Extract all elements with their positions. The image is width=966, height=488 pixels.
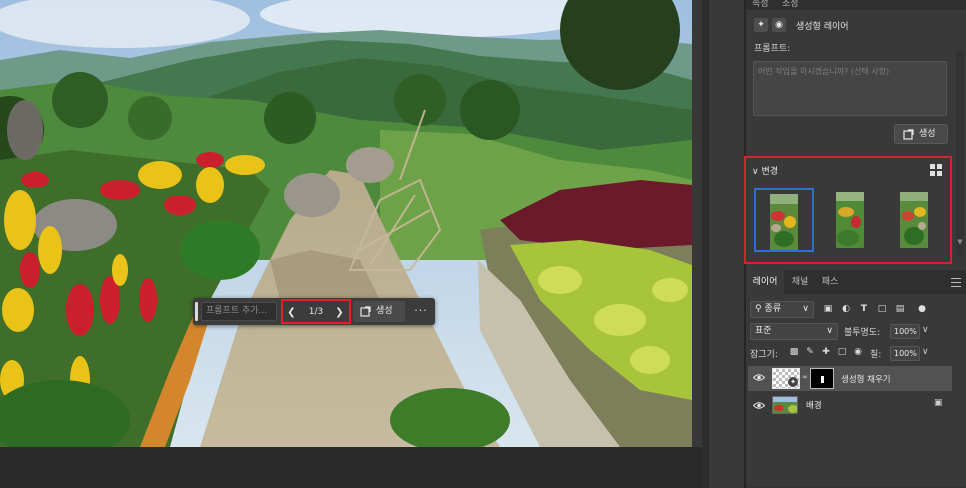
variation-image-3 [900, 192, 928, 248]
document-canvas-area: 프롬프트 추가... ❮ 1/3 ❯ 생성 ··· [0, 0, 702, 488]
drag-handle[interactable] [195, 302, 198, 321]
layer-name[interactable]: 생성형 채우기 [841, 373, 891, 385]
fill-input[interactable]: 100% [890, 346, 920, 361]
variation-thumbnail-1[interactable] [754, 188, 814, 252]
menu-icon[interactable] [951, 278, 963, 287]
layer-row-generative-fill[interactable]: ✦ ∞ 생성형 채우기 [748, 366, 952, 391]
type-filter-icon[interactable]: T [858, 303, 870, 315]
canvas-gutter [692, 0, 702, 447]
link-icon: ∞ [802, 373, 808, 381]
generate-icon [360, 306, 371, 317]
variation-thumbnail-3[interactable] [884, 188, 944, 252]
variations-section: ∨ 변경 [744, 156, 952, 264]
contextual-task-bar: 프롬프트 추가... ❮ 1/3 ❯ 생성 ··· [193, 298, 435, 325]
prompt-label: 프롬프트: [754, 44, 791, 54]
chevron-down-icon: ∨ [752, 167, 759, 177]
chevron-down-icon: ∨ [826, 326, 833, 336]
collapsed-panel-dock [709, 0, 744, 488]
mask-icon: ◉ [772, 18, 786, 32]
blend-mode-select[interactable]: 표준 ∨ [750, 323, 838, 340]
variation-thumbnail-2[interactable] [820, 188, 880, 252]
layer-thumbnail-transparent: ✦ [772, 368, 800, 389]
blend-mode-value: 표준 [755, 326, 772, 336]
wand-icon: ✦ [788, 377, 798, 387]
properties-tabbar: 속성 조정 [746, 0, 966, 10]
tab-adjustments[interactable]: 조정 [782, 0, 799, 9]
properties-panel: 속성 조정 ✦ ◉ 생성형 레이어 프롬프트: 어떤 작업을 하시겠습니까? (… [744, 0, 966, 268]
chevron-down-icon[interactable]: ∨ [922, 347, 929, 357]
search-icon: ⚲ [755, 304, 762, 314]
scroll-down-icon[interactable]: ▼ [956, 238, 964, 248]
variations-header[interactable]: ∨ 변경 [752, 164, 778, 177]
filter-kind-value: 종류 [764, 304, 782, 314]
blend-row: 표준 ∨ 불투명도: 100% ∨ [750, 323, 960, 341]
panel-divider [702, 0, 709, 488]
layers-tabbar: 레이어 채널 패스 [746, 270, 966, 294]
chevron-down-icon: ∨ [802, 304, 809, 314]
lock-paint-icon[interactable]: ✎ [804, 346, 816, 359]
layer-type-label: 생성형 레이어 [796, 22, 849, 32]
lock-row: 잠그기: ▩ ✎ ✚ □ ◉ 칠: 100% ∨ [750, 345, 960, 363]
variations-title: 변경 [761, 167, 779, 177]
fill-label: 칠: [870, 350, 882, 360]
variation-image-1 [770, 194, 798, 250]
variation-image-2 [836, 192, 864, 248]
lock-transparent-icon[interactable]: ▩ [788, 346, 800, 359]
generate-button[interactable]: 생성 [894, 124, 948, 144]
tab-channels[interactable]: 채널 [786, 270, 814, 294]
garden-photo [0, 0, 692, 447]
variation-page-indicator: 1/3 [308, 307, 324, 317]
variation-pager: ❮ 1/3 ❯ [281, 299, 351, 324]
layer-mask-thumbnail[interactable] [810, 368, 834, 389]
layer-filter-row: ⚲ 종류 ∨ ▣ ◐ T □ ▤ ● [750, 301, 960, 319]
context-generate-button[interactable]: 생성 [353, 301, 405, 322]
layers-panel: 레이어 채널 패스 ⚲ 종류 ∨ ▣ ◐ T □ ▤ ● 표준 ∨ 불투명도: … [746, 270, 966, 488]
layer-thumbnail-background [772, 396, 798, 414]
chevron-left-icon[interactable]: ❮ [287, 307, 296, 319]
eye-icon[interactable] [753, 401, 765, 410]
layer-name[interactable]: 배경 [806, 399, 822, 411]
filter-toggle-icon[interactable]: ● [916, 303, 928, 315]
prompt-textarea[interactable]: 어떤 작업을 하시겠습니까? (선택 사항) [753, 61, 947, 116]
adjustment-filter-icon[interactable]: ◐ [840, 303, 852, 315]
lock-label: 잠그기: [750, 350, 778, 360]
canvas-pasteboard [0, 447, 702, 488]
tab-properties[interactable]: 속성 [752, 0, 769, 9]
chevron-right-icon[interactable]: ❯ [335, 307, 344, 319]
canvas-image[interactable] [0, 0, 692, 447]
eye-icon[interactable] [753, 373, 765, 382]
context-prompt-input[interactable]: 프롬프트 추가... [201, 302, 277, 321]
layer-type-row: ✦ ◉ 생성형 레이어 [752, 16, 952, 34]
generate-icon [903, 129, 914, 140]
lock-all-icon[interactable]: ◉ [852, 346, 864, 359]
shape-filter-icon[interactable]: □ [876, 303, 888, 315]
layer-row-background[interactable]: 배경 ▣ [748, 394, 952, 416]
wand-icon: ✦ [754, 18, 768, 32]
lock-artboard-icon[interactable]: □ [836, 346, 848, 359]
properties-scrollbar[interactable] [956, 50, 964, 256]
opacity-label: 불투명도: [844, 328, 881, 338]
lock-icon: ▣ [934, 398, 943, 408]
generate-label: 생성 [919, 129, 936, 139]
context-generate-label: 생성 [376, 306, 393, 316]
tab-layers[interactable]: 레이어 [746, 270, 784, 294]
lock-position-icon[interactable]: ✚ [820, 346, 832, 359]
pixel-filter-icon[interactable]: ▣ [822, 303, 834, 315]
grid-view-icon[interactable] [930, 164, 943, 177]
smart-object-filter-icon[interactable]: ▤ [894, 303, 906, 315]
chevron-down-icon[interactable]: ∨ [922, 325, 929, 335]
tab-paths[interactable]: 패스 [816, 270, 844, 294]
filter-kind-select[interactable]: ⚲ 종류 ∨ [750, 301, 814, 318]
more-icon[interactable]: ··· [411, 301, 431, 322]
opacity-input[interactable]: 100% [890, 324, 920, 339]
